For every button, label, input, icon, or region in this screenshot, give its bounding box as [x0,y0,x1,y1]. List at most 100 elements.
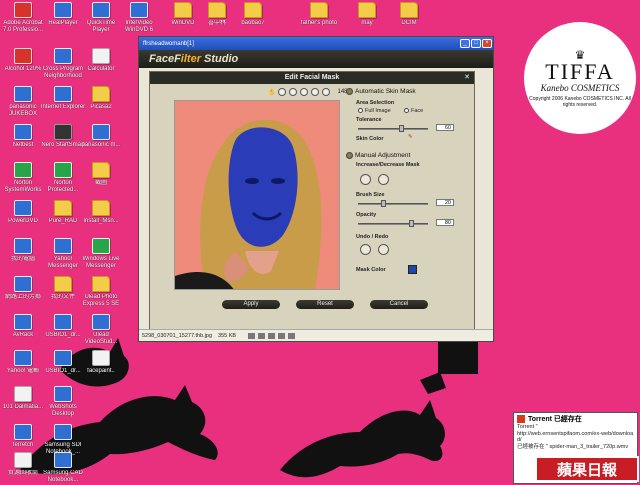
increase-mask-button[interactable] [360,174,371,185]
application-icon [14,276,32,292]
undo-button[interactable] [360,244,371,255]
fullscreen-icon[interactable] [322,88,331,96]
previous-icon[interactable] [248,332,256,339]
folder-icon [400,2,418,18]
redo-button[interactable] [378,244,389,255]
desktop: Adobe Acrobat 7.0 Professio... RealPlayer… [0,0,640,485]
rewind-icon[interactable] [258,332,266,339]
torrent-icon [517,414,525,423]
folder-icon [92,200,110,216]
face-option[interactable]: Face [404,108,423,114]
mask-settings-panel: Automatic Skin Mask Area Selection Full … [346,86,470,296]
desktop-icon[interactable]: Ulead VideoStud... [78,314,124,354]
app-header: FaceFilter Studio [139,50,493,68]
application-icon [14,162,32,178]
zoom-out-icon[interactable] [289,88,298,96]
forward-icon[interactable] [278,332,286,339]
dialog-title: Edit Facial Mask [284,74,340,81]
desktop-icon-label: Ulead Photo Express 5 SE [82,294,120,307]
photo-preview[interactable] [174,100,340,290]
play-icon[interactable] [268,332,276,339]
application-icon [130,2,148,18]
application-icon [92,350,110,366]
minimize-button[interactable]: _ [460,39,470,48]
mask-color-swatch[interactable] [408,265,417,274]
application-icon [54,86,72,102]
zoom-in-icon[interactable] [278,88,287,96]
notification-title: Torrent 已經存在 [528,415,582,423]
close-button[interactable]: × [482,39,492,48]
skin-color-label: Skin Color [356,136,384,142]
full-image-radio[interactable] [358,108,363,114]
tolerance-value[interactable]: 60 [436,124,454,131]
desktop-icon[interactable]: Windows Live Messenger [78,238,124,278]
desktop-icon[interactable]: WebShots Desktop [40,386,86,426]
application-icon [14,314,32,330]
desktop-icon[interactable]: Calculator [78,48,124,88]
dialog-close-icon[interactable]: ✕ [464,72,470,84]
desktop-icon[interactable]: Install_Msn... [78,200,124,240]
desktop-icon[interactable]: facepaint.. [78,350,124,390]
application-icon [14,238,32,254]
brush-size-slider[interactable] [358,200,428,207]
folder-icon [54,276,72,292]
zoom-fit-icon[interactable] [300,88,309,96]
portrait-with-mask [175,101,339,289]
facefilter-window: ffrsheadwomanb[1] _ □ × FaceFilter Studi… [138,36,494,342]
brush-size-value[interactable]: 20 [436,199,454,206]
apply-button[interactable]: Apply [222,300,280,309]
opacity-slider-knob[interactable] [409,220,415,227]
desktop-icon[interactable]: Samsung CAD Notebook... [40,452,86,485]
window-title: ffrsheadwomanb[1] [143,40,194,47]
cancel-button[interactable]: Cancel [370,300,428,309]
maximize-button[interactable]: □ [471,39,481,48]
folder-icon [92,276,110,292]
desktop-icon-label: Samsung CAD Notebook... [43,470,83,483]
eyedropper-icon[interactable]: ✎ [408,134,413,140]
desktop-icon-label: 截圖 [94,180,107,186]
face-radio[interactable] [404,108,409,114]
application-icon [54,162,72,178]
dialog-titlebar: Edit Facial Mask ✕ [150,72,474,84]
manual-adjust-option[interactable]: Manual Adjustment [346,152,410,159]
zoom-actual-icon[interactable] [311,88,320,96]
desktop-icon-label: Picasa2 [90,104,112,110]
folder-icon [208,2,226,18]
application-icon [92,238,110,254]
next-icon[interactable] [288,332,296,339]
application-icon [92,2,110,18]
application-icon [92,48,110,64]
application-icon [14,124,32,140]
auto-mask-option[interactable]: Automatic Skin Mask [346,88,416,95]
desktop-icon[interactable]: Ulead Photo Express 5 SE [78,276,124,316]
application-icon [54,424,72,440]
hand-tool-icon[interactable]: ✋ [268,89,275,96]
desktop-icon-label: Install_Msn... [83,218,119,224]
window-statusbar: 5298_030701_15277.thb.jpg 355 KB [139,329,493,341]
application-icon [92,124,110,140]
brush-size-slider-knob[interactable] [381,200,387,207]
desktop-icon[interactable]: panasonic m... [78,124,124,164]
application-icon [54,48,72,64]
application-icon [14,452,32,468]
manual-adjust-radio[interactable] [346,152,353,159]
window-titlebar[interactable]: ffrsheadwomanb[1] _ □ × [139,37,493,50]
desktop-icon[interactable]: Picasa2 [78,86,124,126]
folder-icon [92,162,110,178]
status-filesize: 355 KB [218,332,237,339]
tolerance-slider[interactable] [358,125,428,132]
decrease-mask-button[interactable] [378,174,389,185]
desktop-icon[interactable]: 截圖 [78,162,124,202]
reset-button[interactable]: Reset [296,300,354,309]
tolerance-slider-knob[interactable] [398,125,404,132]
opacity-slider[interactable] [358,220,428,227]
folder-icon [310,2,328,18]
opacity-label: Opacity [356,212,377,218]
application-icon [14,2,32,18]
auto-mask-radio[interactable] [346,88,353,95]
notification-line-3: 已經被存在 " spider-man_3_trailer_720p.wmv [517,443,629,450]
full-image-option[interactable]: Full Image [358,108,391,114]
application-icon [14,424,32,440]
desktop-icon-label: Windows Live Messenger [82,256,120,269]
opacity-value[interactable]: 80 [436,219,454,226]
